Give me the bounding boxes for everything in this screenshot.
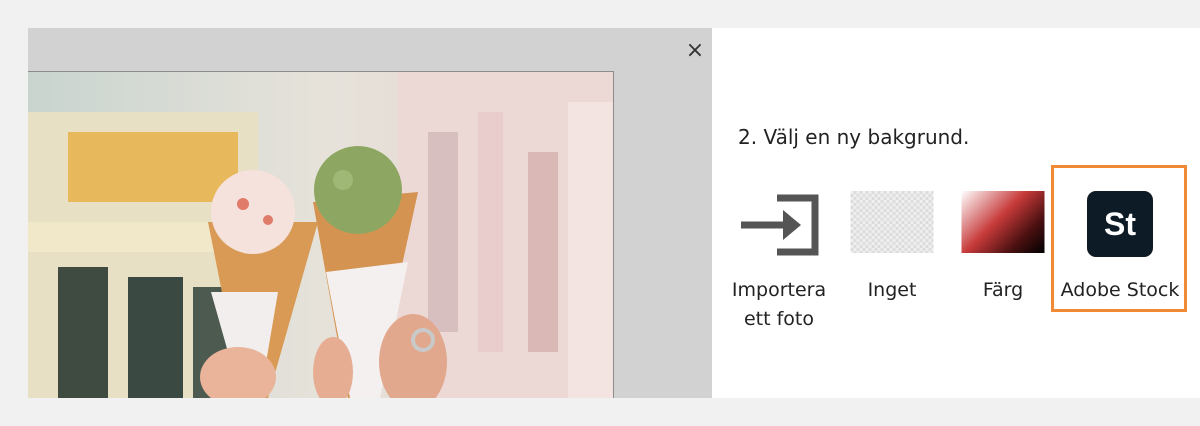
preview-photo <box>28 72 614 398</box>
option-label: Inget <box>867 279 917 301</box>
transparent-thumbnail <box>850 191 934 253</box>
photo-top-border <box>28 71 614 72</box>
close-button[interactable]: × <box>681 37 709 65</box>
color-gradient-thumbnail <box>961 191 1045 253</box>
option-adobe-stock[interactable]: St Adobe Stock <box>1053 188 1187 328</box>
option-label: Adobe Stock <box>1060 279 1180 301</box>
option-none[interactable]: Inget <box>837 188 947 328</box>
option-color[interactable]: Färg <box>948 188 1058 328</box>
option-label: Färg <box>982 279 1024 301</box>
adobe-stock-icon: St <box>1087 191 1153 257</box>
step-title: 2. Välj en ny bakgrund. <box>738 125 970 149</box>
import-icon <box>741 194 819 256</box>
option-label: Importera ett foto <box>731 279 827 330</box>
option-import-photo[interactable]: Importera ett foto <box>724 188 834 330</box>
background-options-panel: 2. Välj en ny bakgrund. Importera ett fo… <box>712 28 1200 398</box>
photo-right-border <box>613 71 614 398</box>
